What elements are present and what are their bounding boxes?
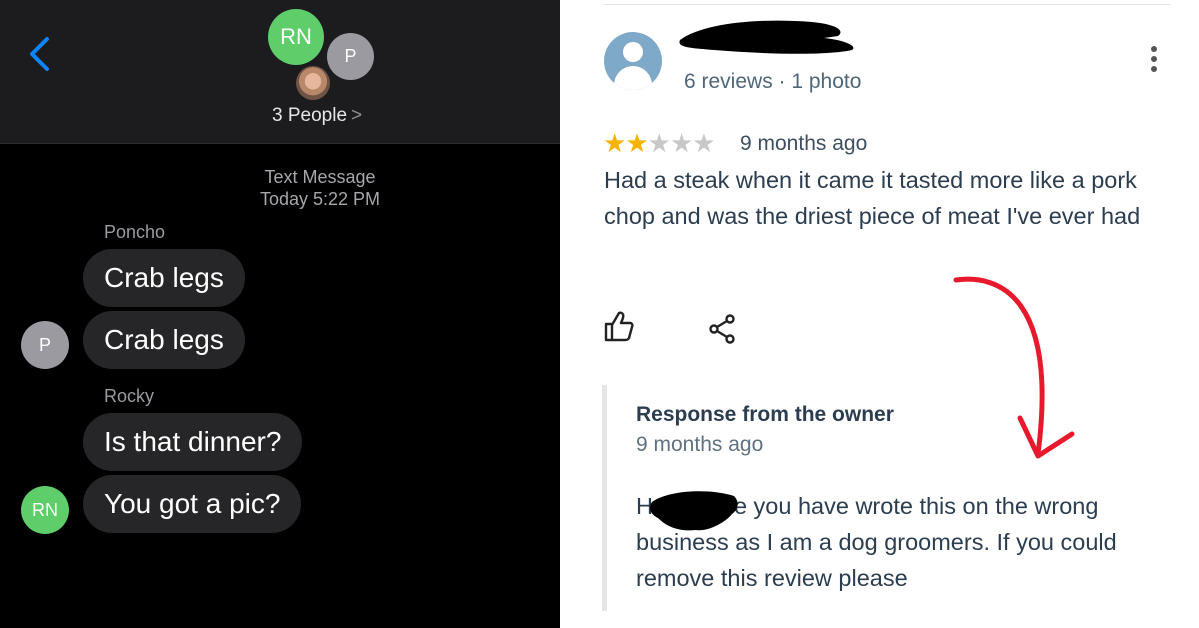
redaction-mark xyxy=(650,491,738,531)
avatar-photo[interactable] xyxy=(296,66,330,100)
star-empty-icon: ★ xyxy=(692,128,715,158)
annotation-arrow xyxy=(953,276,1075,459)
response-border xyxy=(602,385,607,611)
sender-name: Rocky xyxy=(104,386,155,406)
divider xyxy=(604,4,1170,5)
message-bubble[interactable]: Is that dinner? xyxy=(83,413,303,471)
share-icon[interactable] xyxy=(708,314,736,344)
sender-avatar[interactable]: P xyxy=(21,321,69,369)
reviewer-stats[interactable]: 6 reviews · 1 photo xyxy=(684,70,861,94)
message-bubble[interactable]: You got a pic? xyxy=(83,475,302,533)
response-title: Response from the owner xyxy=(636,403,894,426)
messages-panel: RN P 3 People > Text Message Today 5:22 P… xyxy=(0,0,560,628)
star-rating: ★★★★★ xyxy=(603,128,716,158)
message-timestamp: Text Message Today 5:22 PM xyxy=(0,166,560,210)
star-empty-icon: ★ xyxy=(669,128,693,158)
conversation-header: RN P 3 People > xyxy=(0,0,560,144)
avatar-rn[interactable]: RN xyxy=(268,9,324,65)
timestamp-service: Text Message xyxy=(264,167,376,187)
sender-avatar[interactable]: RN xyxy=(21,486,69,534)
back-chevron-icon[interactable] xyxy=(26,36,54,72)
star-filled-icon: ★ xyxy=(625,128,648,158)
reviewer-avatar-icon[interactable] xyxy=(604,32,662,90)
star-filled-icon: ★ xyxy=(603,128,626,158)
chevron-right-icon: > xyxy=(351,105,363,126)
group-members-link[interactable]: 3 People > xyxy=(272,105,362,127)
more-options-icon[interactable] xyxy=(1148,46,1160,76)
thumbs-up-icon[interactable] xyxy=(604,310,634,342)
avatar-p[interactable]: P xyxy=(327,33,374,80)
people-count-label: 3 People xyxy=(272,105,348,126)
review-text: Had a steak when it came it tasted more … xyxy=(604,167,1141,229)
star-empty-icon: ★ xyxy=(647,128,671,158)
sender-name: Poncho xyxy=(104,222,166,242)
response-time: 9 months ago xyxy=(636,433,764,456)
message-bubble[interactable]: Crab legs xyxy=(83,311,245,369)
redaction-mark xyxy=(679,20,854,54)
message-bubble[interactable]: Crab legs xyxy=(83,249,245,307)
review-time: 9 months ago xyxy=(740,132,868,155)
review-panel: 6 reviews · 1 photo ★★★★★ 9 months ago H… xyxy=(560,0,1199,628)
timestamp-time: Today 5:22 PM xyxy=(259,189,381,209)
